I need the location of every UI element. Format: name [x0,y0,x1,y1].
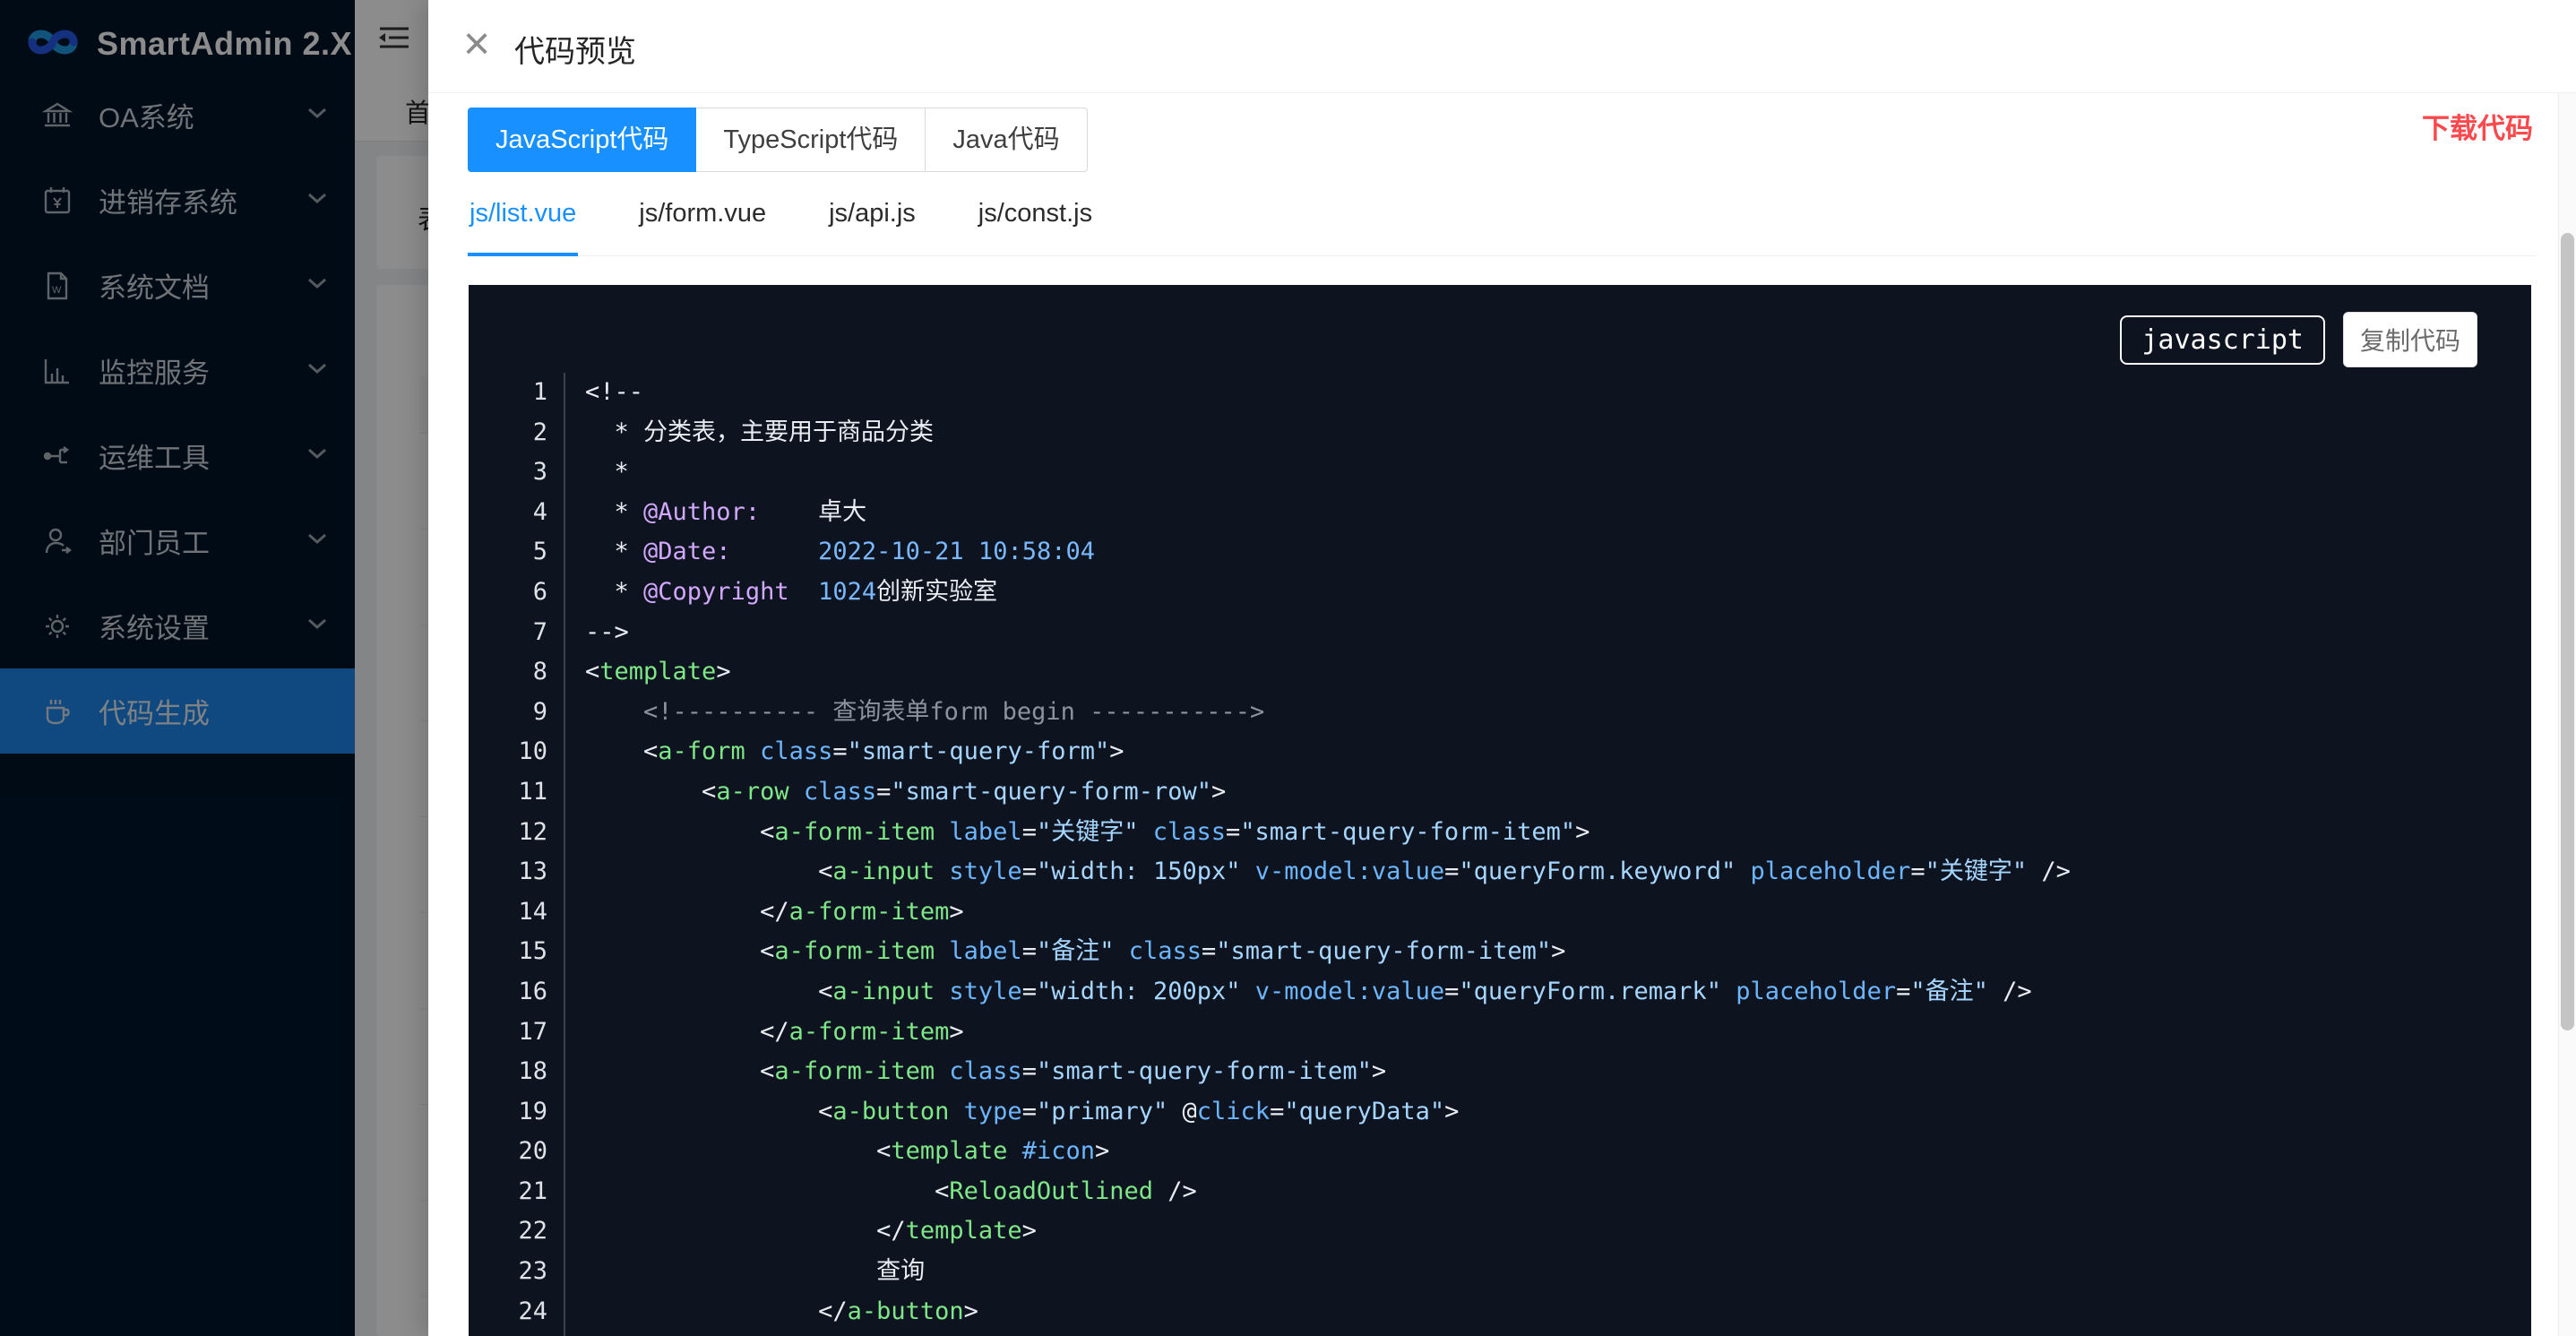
line-number: 10 [501,732,564,772]
line-content: <a-button class="smart-margin-left10" @c… [564,1332,1663,1336]
line-number: 9 [501,693,564,733]
app-root: 首页 表名 序号 12345678910 SmartAdmin 2.X OA系统… [0,0,2576,1336]
line-content: <a-input style="width: 200px" v-model:va… [564,972,2032,1013]
code-line: 18 <a-form-item class="smart-query-form-… [501,1052,2531,1092]
line-content: * @Author: 卓大 [564,493,866,533]
close-icon[interactable]: × [452,14,502,73]
line-number: 3 [501,453,564,493]
line-number: 25 [501,1332,564,1336]
lang-tab-2[interactable]: Java代码 [925,108,1087,172]
line-number: 6 [501,573,564,613]
line-number: 13 [501,852,564,892]
line-content: * 分类表，主要用于商品分类 [564,413,934,453]
code-line: 1<!-- [501,373,2531,413]
line-number: 12 [501,813,564,853]
line-content: <!---------- 查询表单form begin -----------> [564,693,1264,733]
line-number: 7 [501,613,564,653]
line-content: <template #icon> [564,1132,1109,1172]
code-toolbar: javascript 复制代码 [2120,312,2477,367]
code-line: 12 <a-form-item label="关键字" class="smart… [501,813,2531,853]
drawer-scrollbar-track[interactable] [2558,93,2576,1336]
line-content: </a-form-item> [564,892,964,933]
line-number: 14 [501,892,564,933]
code-line: 13 <a-input style="width: 150px" v-model… [501,852,2531,892]
line-number: 20 [501,1132,564,1172]
line-content: <!-- [564,373,643,413]
line-number: 23 [501,1252,564,1292]
line-number: 19 [501,1092,564,1133]
code-line: 2 * 分类表，主要用于商品分类 [501,413,2531,453]
drawer-scrollbar-thumb[interactable] [2561,233,2574,1030]
line-content: <a-form class="smart-query-form"> [564,732,1124,772]
line-content: </a-form-item> [564,1013,964,1053]
copy-code-button[interactable]: 复制代码 [2343,312,2477,367]
code-line: 23 查询 [501,1252,2531,1292]
line-content: <a-form-item label="备注" class="smart-que… [564,932,1565,972]
line-number: 21 [501,1172,564,1212]
line-number: 15 [501,932,564,972]
file-tab-0[interactable]: js/list.vue [468,186,578,256]
line-content: <a-form-item class="smart-query-form-ite… [564,1052,1386,1092]
download-code-link[interactable]: 下载代码 [2422,106,2533,146]
code-line: 8<template> [501,652,2531,693]
line-content: <a-input style="width: 150px" v-model:va… [564,852,2071,892]
lang-tab-1[interactable]: TypeScript代码 [695,108,926,172]
code-line: 14 </a-form-item> [501,892,2531,933]
code-lines: 1<!--2 * 分类表，主要用于商品分类3 *4 * @Author: 卓大5… [501,373,2531,1336]
code-line: 11 <a-row class="smart-query-form-row"> [501,772,2531,813]
line-number: 17 [501,1013,564,1053]
code-line: 15 <a-form-item label="备注" class="smart-… [501,932,2531,972]
code-preview-drawer: × 代码预览 下载代码 JavaScript代码TypeScript代码Java… [428,0,2576,1336]
code-line: 17 </a-form-item> [501,1013,2531,1053]
line-content: * [564,453,629,493]
line-number: 11 [501,772,564,813]
line-number: 8 [501,652,564,693]
file-tab-bar: js/list.vue js/form.vue js/api.js js/const.… [468,186,2537,256]
drawer-header: × 代码预览 [428,0,2576,93]
line-number: 18 [501,1052,564,1092]
drawer-title: 代码预览 [514,27,636,71]
code-line: 25 <a-button class="smart-margin-left10"… [501,1332,2531,1336]
line-content: </a-button> [564,1292,978,1332]
code-line: 10 <a-form class="smart-query-form"> [501,732,2531,772]
code-line: 16 <a-input style="width: 200px" v-model… [501,972,2531,1013]
line-content: <ReloadOutlined /> [564,1172,1197,1212]
code-line: 21 <ReloadOutlined /> [501,1172,2531,1212]
line-number: 4 [501,493,564,533]
line-number: 24 [501,1292,564,1332]
code-line: 22 </template> [501,1211,2531,1252]
code-block: javascript 复制代码 1<!--2 * 分类表，主要用于商品分类3 *… [469,285,2531,1336]
code-line: 19 <a-button type="primary" @click="quer… [501,1092,2531,1133]
code-line: 9 <!---------- 查询表单form begin ----------… [501,693,2531,733]
code-line: 7--> [501,613,2531,653]
file-tab-1[interactable]: js/form.vue [637,186,768,256]
line-content: * @Copyright 1024创新实验室 [564,573,997,613]
line-content: <a-button type="primary" @click="queryDa… [564,1092,1459,1133]
line-content: * @Date: 2022-10-21 10:58:04 [564,532,1095,573]
line-number: 22 [501,1211,564,1252]
file-tab-2[interactable]: js/api.js [827,186,918,256]
code-line: 5 * @Date: 2022-10-21 10:58:04 [501,532,2531,573]
code-line: 4 * @Author: 卓大 [501,493,2531,533]
lang-tab-0[interactable]: JavaScript代码 [468,108,696,172]
code-line: 24 </a-button> [501,1292,2531,1332]
line-content: <template> [564,652,731,693]
line-content: <a-form-item label="关键字" class="smart-qu… [564,813,1590,853]
line-number: 2 [501,413,564,453]
language-tab-group: JavaScript代码TypeScript代码Java代码 [468,108,1088,172]
language-badge: javascript [2120,315,2325,365]
code-line: 6 * @Copyright 1024创新实验室 [501,573,2531,613]
line-content: 查询 [564,1252,925,1292]
line-number: 16 [501,972,564,1013]
line-content: <a-row class="smart-query-form-row"> [564,772,1226,813]
line-number: 1 [501,373,564,413]
line-content: </template> [564,1211,1037,1252]
code-line: 3 * [501,453,2531,493]
code-line: 20 <template #icon> [501,1132,2531,1172]
line-number: 5 [501,532,564,573]
line-content: --> [564,613,629,653]
file-tab-3[interactable]: js/const.js [977,186,1094,256]
